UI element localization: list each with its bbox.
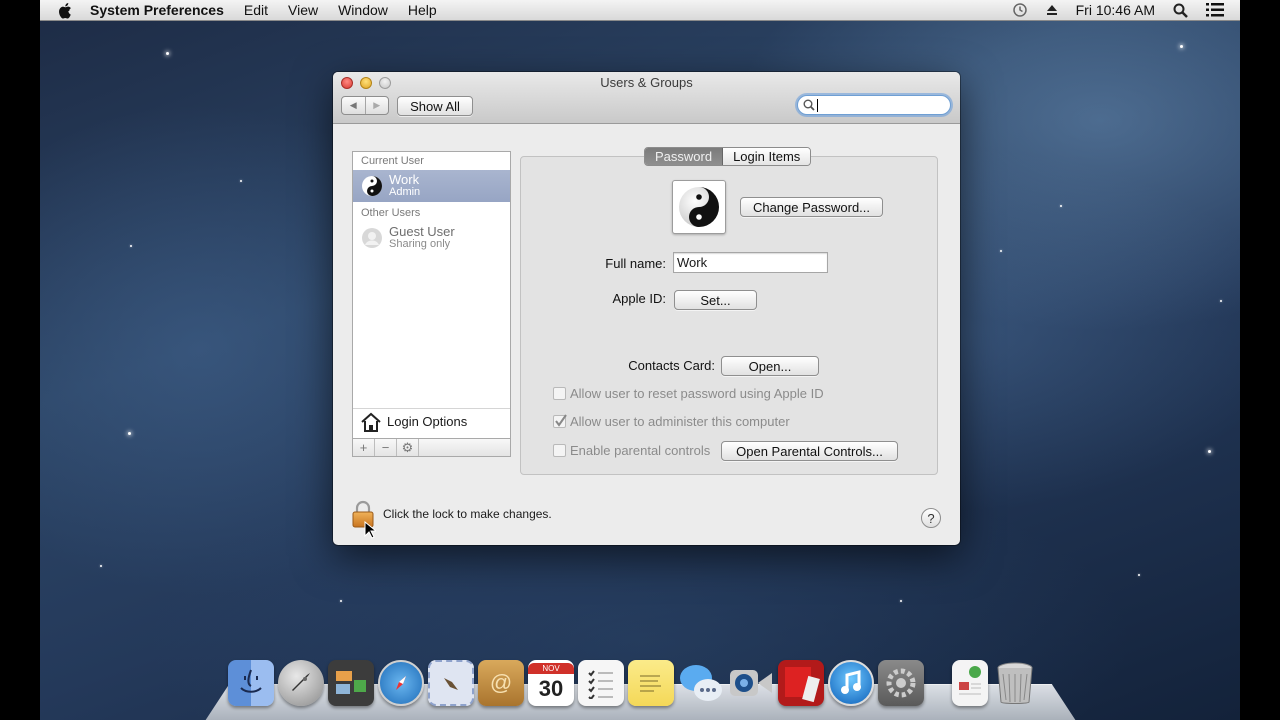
menu-edit[interactable]: Edit [244, 2, 268, 18]
apple-menu-icon[interactable] [58, 2, 74, 19]
help-button[interactable]: ? [921, 508, 941, 528]
wallpaper-star [100, 565, 102, 567]
checkbox-label: Enable parental controls [570, 443, 711, 458]
tab-password[interactable]: Password [645, 148, 724, 165]
dock-notes-icon[interactable] [628, 660, 674, 706]
dock-mission-control-icon[interactable] [328, 660, 374, 706]
contacts-card-label: Contacts Card: [628, 358, 715, 373]
change-password-button[interactable]: Change Password... [740, 197, 883, 217]
dock-reminders-icon[interactable] [578, 660, 624, 706]
mouse-pointer-icon [364, 521, 376, 539]
dock-messages-icon[interactable] [678, 660, 724, 706]
dock-system-preferences-icon[interactable] [878, 660, 924, 706]
checkbox-unchecked-icon [553, 387, 566, 400]
other-users-header: Other Users [361, 207, 421, 219]
wallpaper-star [900, 600, 902, 602]
window-title: Users & Groups [600, 75, 693, 90]
wallpaper-star [1138, 574, 1140, 576]
back-forward-control: ◀ ▶ [341, 96, 389, 115]
wallpaper-star [130, 245, 132, 247]
remove-user-button[interactable]: − [375, 439, 397, 456]
tab-login-items[interactable]: Login Items [723, 148, 811, 165]
text-caret [817, 98, 818, 112]
full-name-label: Full name: [605, 256, 666, 271]
notification-center-icon[interactable] [1206, 3, 1224, 17]
tab-bar: Password Login Items [644, 147, 812, 166]
search-icon [803, 99, 815, 111]
add-user-button[interactable]: + [353, 439, 375, 456]
time-machine-icon[interactable] [1012, 2, 1028, 18]
checkbox-label: Allow user to administer this computer [570, 414, 790, 429]
window-toolbar: Users & Groups ◀ ▶ Show All [333, 72, 960, 124]
dock-trash-icon[interactable] [992, 660, 1038, 706]
dock-contacts-icon[interactable]: @ [478, 660, 524, 706]
wallpaper-star [1000, 250, 1002, 252]
wallpaper-star [340, 600, 342, 602]
full-name-field[interactable]: Work [673, 252, 828, 273]
user-item-work[interactable]: Work Admin [353, 170, 510, 202]
calendar-month: NOV [528, 662, 574, 674]
set-apple-id-button[interactable]: Set... [674, 290, 757, 310]
menu-help[interactable]: Help [408, 2, 437, 18]
back-button[interactable]: ◀ [342, 97, 365, 114]
calendar-day: 30 [538, 675, 564, 701]
dock-safari-icon[interactable] [378, 660, 424, 706]
dock: @ NOV 30 [228, 660, 1038, 706]
user-role: Sharing only [389, 238, 451, 250]
open-contacts-button[interactable]: Open... [721, 356, 819, 376]
dock-mail-icon[interactable] [428, 660, 474, 706]
login-options-label: Login Options [387, 414, 468, 429]
user-role: Admin [389, 186, 421, 198]
wallpaper-star [1180, 45, 1183, 48]
wallpaper-star [128, 432, 131, 435]
wallpaper-star [240, 180, 242, 182]
action-gear-button[interactable]: ⚙ [397, 439, 419, 456]
dock-photo-booth-icon[interactable] [778, 660, 824, 706]
menu-bar: System Preferences Edit View Window Help… [40, 0, 1240, 21]
lock-message: Click the lock to make changes. [383, 507, 552, 521]
menu-clock[interactable]: Fri 10:46 AM [1076, 2, 1155, 18]
parental-controls-checkbox[interactable]: Enable parental controls [553, 443, 710, 458]
menu-app-name[interactable]: System Preferences [90, 2, 224, 18]
current-user-header: Current User [361, 155, 424, 167]
lock-row: Click the lock to make changes. [352, 500, 552, 528]
user-name: Guest User [389, 224, 455, 239]
wallpaper-star [166, 52, 169, 55]
open-parental-controls-button[interactable]: Open Parental Controls... [721, 441, 898, 461]
spotlight-search-icon[interactable] [1173, 3, 1188, 18]
user-picture[interactable] [672, 180, 726, 234]
desktop: System Preferences Edit View Window Help… [40, 0, 1240, 720]
user-name: Work [389, 172, 420, 187]
guest-avatar-icon [362, 228, 382, 248]
dock-document-icon[interactable] [952, 660, 988, 706]
menu-window[interactable]: Window [338, 2, 388, 18]
checkbox-label: Allow user to reset password using Apple… [570, 386, 824, 401]
yin-yang-picture-icon [679, 187, 719, 227]
forward-button[interactable]: ▶ [364, 97, 389, 114]
dock-calendar-icon[interactable]: NOV 30 [528, 660, 574, 706]
user-item-guest[interactable]: Guest User Sharing only [353, 222, 510, 254]
dock-launchpad-icon[interactable] [278, 660, 324, 706]
login-options-item[interactable]: Login Options [353, 408, 510, 434]
wallpaper-star [1220, 300, 1222, 302]
house-icon [361, 412, 381, 432]
checkbox-unchecked-icon [553, 444, 566, 457]
search-field[interactable] [797, 95, 951, 115]
eject-icon[interactable] [1046, 4, 1058, 16]
yin-yang-avatar-icon [362, 176, 382, 196]
wallpaper-star [1208, 450, 1211, 453]
users-list: Current User Work Admin Other Users Gues… [352, 151, 511, 457]
show-all-button[interactable]: Show All [397, 96, 473, 116]
checkbox-checked-icon [553, 414, 567, 428]
list-actions-bar: + − ⚙ [352, 438, 511, 457]
dock-facetime-icon[interactable] [728, 660, 774, 706]
dock-itunes-icon[interactable] [828, 660, 874, 706]
apple-id-label: Apple ID: [612, 291, 666, 306]
administer-computer-checkbox[interactable]: Allow user to administer this computer [553, 414, 790, 429]
dock-finder-icon[interactable] [228, 660, 274, 706]
users-groups-window: Users & Groups ◀ ▶ Show All Current User [333, 72, 960, 545]
menu-view[interactable]: View [288, 2, 318, 18]
wallpaper-star [1060, 205, 1062, 207]
reset-password-apple-id-checkbox[interactable]: Allow user to reset password using Apple… [553, 386, 824, 401]
